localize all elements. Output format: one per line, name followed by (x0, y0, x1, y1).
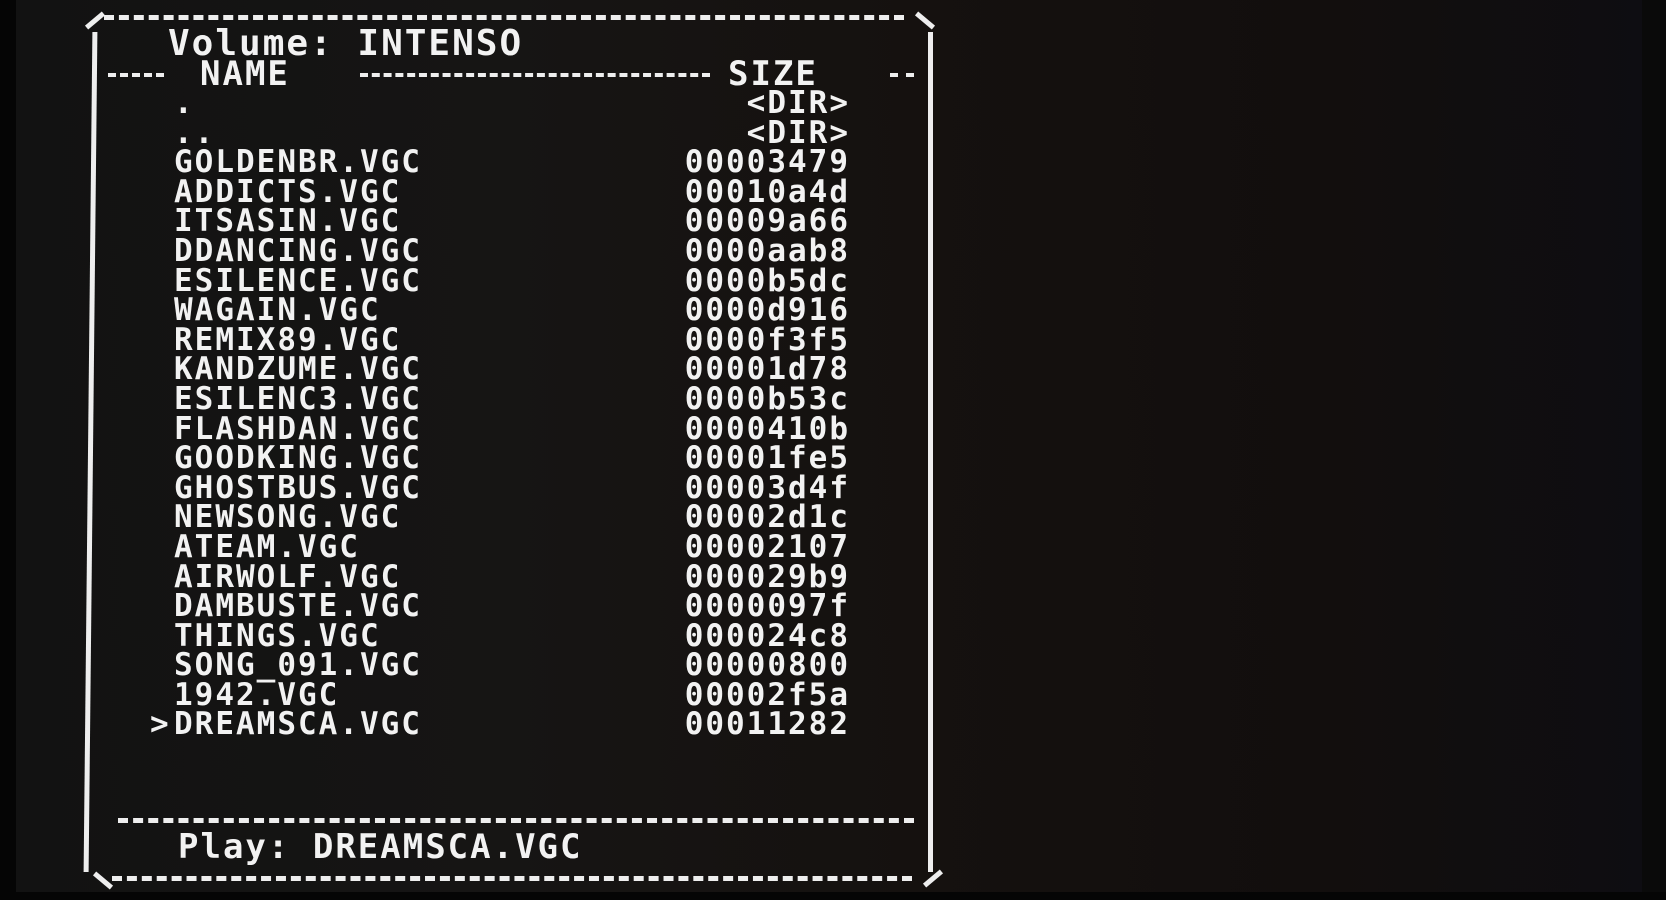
crt-screen: Volume: INTENSO NAME SIZE . <DIR>.. <DIR> G… (0, 0, 1666, 900)
file-size: 0000410b (684, 410, 850, 447)
file-name: GOLDENBR.VGC (174, 144, 422, 181)
frame-corner-bottom-left (92, 871, 114, 890)
file-row[interactable]: ADDICTS.VGC 00010a4d (150, 173, 870, 210)
file-name: NEWSONG.VGC (174, 499, 402, 536)
frame-corner-top-left (84, 11, 106, 30)
frame-corner-bottom-right (922, 869, 944, 888)
file-name: REMIX89.VGC (174, 321, 402, 358)
file-name: ITSASIN.VGC (174, 203, 402, 240)
file-size: 0000097f (684, 588, 850, 625)
file-size: 00010a4d (684, 173, 850, 210)
play-separator (118, 818, 914, 823)
file-name: 1942.VGC (174, 676, 340, 713)
file-row[interactable]: GHOSTBUS.VGC 00003d4f (150, 469, 870, 506)
frame-corner-top-right (914, 11, 936, 30)
frame-left-border (83, 31, 98, 873)
file-size: 00001d78 (684, 351, 850, 388)
file-size: 0000d916 (684, 292, 850, 329)
file-row[interactable]: KANDZUME.VGC 00001d78 (150, 351, 870, 388)
header-dash-left (108, 73, 164, 77)
file-row[interactable]: THINGS.VGC 000024c8 (150, 617, 870, 654)
file-name: FLASHDAN.VGC (174, 410, 422, 447)
file-name: DAMBUSTE.VGC (174, 588, 422, 625)
file-name: SONG_091.VGC (174, 647, 422, 684)
file-size: 0000b53c (684, 380, 850, 417)
play-file: DREAMSCA.VGC (312, 827, 583, 867)
file-row[interactable]: DAMBUSTE.VGC 0000097f (150, 588, 870, 625)
file-row[interactable]: ESILENC3.VGC 0000b53c (150, 380, 870, 417)
file-name: THINGS.VGC (174, 617, 381, 654)
monitor-bezel-left (0, 0, 16, 900)
file-row[interactable]: ESILENCE.VGC 0000b5dc (150, 262, 870, 299)
selection-cursor: > (150, 706, 171, 743)
monitor-bezel-bottom (0, 892, 1666, 900)
file-row[interactable]: GOLDENBR.VGC 00003479 (150, 144, 870, 181)
file-row[interactable]: ATEAM.VGC 00002107 (150, 528, 870, 565)
file-name: KANDZUME.VGC (174, 351, 422, 388)
file-size: 00002107 (684, 528, 850, 565)
header-dash-middle (360, 73, 710, 77)
file-name: ATEAM.VGC (174, 528, 360, 565)
file-name: ESILENC3.VGC (174, 380, 422, 417)
file-row[interactable]: GOODKING.VGC 00001fe5 (150, 440, 870, 477)
file-row[interactable]: AIRWOLF.VGC 000029b9 (150, 558, 870, 595)
file-size: 0000aab8 (684, 232, 850, 269)
file-size: <DIR> (746, 85, 850, 121)
file-row[interactable]: DDANCING.VGC 0000aab8 (150, 232, 870, 269)
file-name: .. (174, 114, 216, 151)
file-name: WAGAIN.VGC (174, 292, 381, 329)
file-size: 000029b9 (684, 558, 850, 595)
file-size: 00000800 (684, 647, 850, 684)
file-size: 0000f3f5 (684, 321, 850, 358)
file-row[interactable]: .. <DIR> (150, 114, 870, 151)
file-row[interactable]: WAGAIN.VGC 0000d916 (150, 292, 870, 329)
header-dash-right (890, 73, 914, 77)
file-row[interactable]: REMIX89.VGC 0000f3f5 (150, 321, 870, 358)
file-name: DREAMSCA.VGC (174, 706, 422, 743)
file-list: . <DIR>.. <DIR> GOLDENBR.VGC 00003479 ADDICTS… (150, 85, 870, 743)
file-size: 00011282 (684, 706, 850, 743)
play-label: Play: (178, 827, 291, 867)
column-header-name[interactable]: NAME (200, 57, 290, 91)
monitor-bezel-right (1642, 0, 1666, 900)
file-row[interactable]: . <DIR> (150, 85, 870, 121)
file-row[interactable]: FLASHDAN.VGC 0000410b (150, 410, 870, 447)
file-row[interactable]: > DREAMSCA.VGC 00011282 (150, 706, 870, 743)
file-size: <DIR> (746, 114, 850, 151)
file-size: 00001fe5 (684, 440, 850, 477)
file-name: GHOSTBUS.VGC (174, 469, 422, 506)
file-row[interactable]: SONG_091.VGC 00000800 (150, 647, 870, 684)
file-name: DDANCING.VGC (174, 232, 422, 269)
file-size: 00003d4f (684, 469, 850, 506)
frame-right-border (928, 32, 933, 872)
file-size: 00002f5a (684, 676, 850, 713)
file-size: 0000b5dc (684, 262, 850, 299)
file-name: ESILENCE.VGC (174, 262, 422, 299)
file-size: 000024c8 (684, 617, 850, 654)
now-playing: Play: DREAMSCA.VGC (178, 830, 582, 864)
file-name: AIRWOLF.VGC (174, 558, 402, 595)
frame-top-border (104, 15, 904, 20)
file-size: 00002d1c (684, 499, 850, 536)
file-name: ADDICTS.VGC (174, 173, 402, 210)
file-row[interactable]: 1942.VGC 00002f5a (150, 676, 870, 713)
file-size: 00003479 (684, 144, 850, 181)
file-size: 00009a66 (684, 203, 850, 240)
file-row[interactable]: NEWSONG.VGC 00002d1c (150, 499, 870, 536)
file-name: . (174, 85, 195, 121)
file-name: GOODKING.VGC (174, 440, 422, 477)
file-row[interactable]: ITSASIN.VGC 00009a66 (150, 203, 870, 240)
frame-bottom-border (112, 876, 912, 881)
